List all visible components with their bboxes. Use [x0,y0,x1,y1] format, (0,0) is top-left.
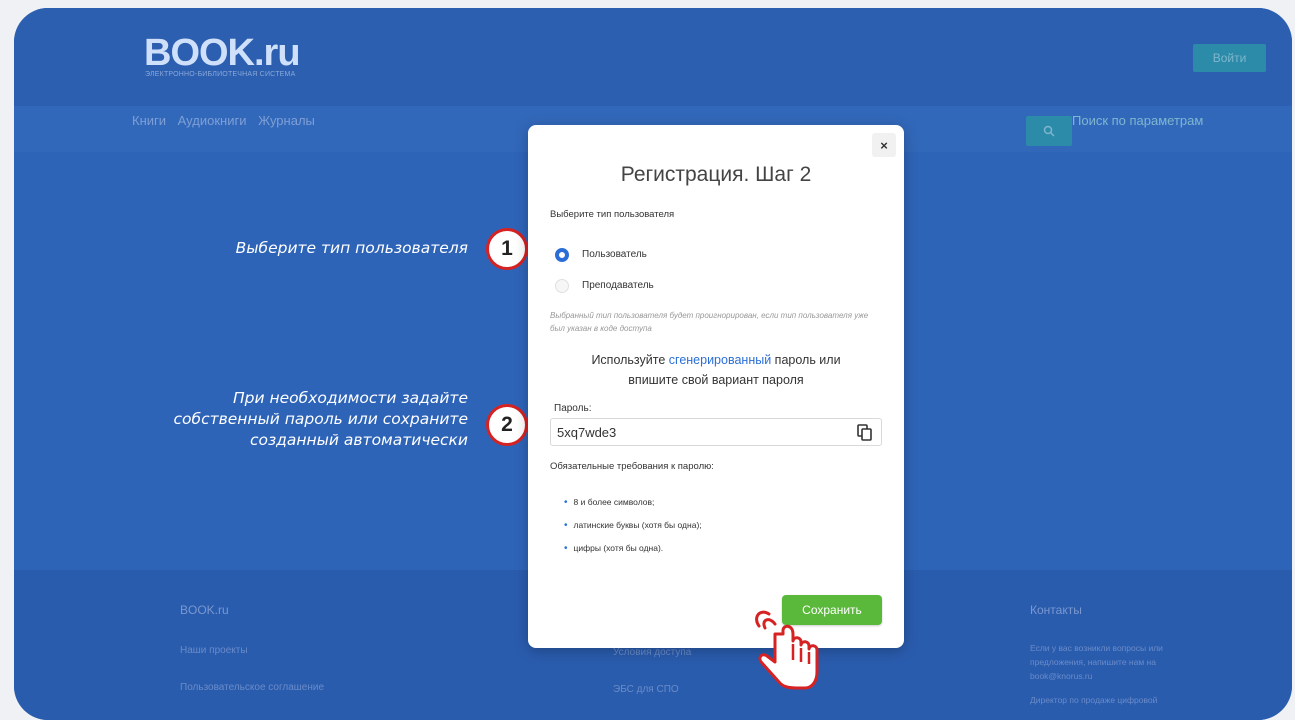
password-field[interactable]: 5xq7wde3 [550,418,882,446]
login-button[interactable]: Войти [1193,44,1266,72]
footer-col-1: BOOK.ru Наши проекты Пользовательское со… [180,603,324,693]
annotation-step2-line2: собственный пароль или сохраните [173,410,469,428]
annotation-step2-line3: созданный автоматически [249,431,468,449]
requirements-title: Обязательные требования к паролю: [550,461,714,472]
requirement-item: 8 и более символов; [564,491,702,514]
modal-title: Регистрация. Шаг 2 [620,163,812,186]
footer-col-2: Условия доступа ЭБС для СПО [613,647,691,695]
nav-links: Книги Аудиокниги Журналы [132,113,323,128]
user-type-note: Выбранный тип пользователя будет проигно… [550,311,869,333]
nav-item-books[interactable]: Книги [132,113,166,128]
requirement-item: цифры (хотя бы одна). [564,537,702,560]
close-icon: × [880,137,888,153]
site-logo[interactable]: BOOK.ru [144,32,301,75]
password-label: Пароль: [554,403,592,414]
password-hint-part2: пароль или [774,353,841,367]
password-value: 5xq7wde3 [557,424,617,440]
annotation-step2-line1: При необходимости задайте [233,389,468,407]
radio-teacher-label[interactable]: Преподаватель [582,280,654,291]
requirements-list: 8 и более символов; латинские буквы (хот… [564,491,702,560]
annotation-step1-badge: 1 [486,228,528,270]
search-icon [1043,125,1055,137]
radio-user-label[interactable]: Пользователь [582,249,647,260]
radio-teacher[interactable] [555,279,569,293]
footer-col1-title: BOOK.ru [180,603,229,617]
close-button[interactable]: × [872,133,896,157]
footer-link-access[interactable]: Условия доступа [613,647,691,658]
password-hint-generated-link[interactable]: сгенерированный [669,353,771,367]
search-button[interactable] [1026,116,1072,146]
requirement-item: латинские буквы (хотя бы одна); [564,514,702,537]
param-search-link[interactable]: Поиск по параметрам [1072,113,1203,128]
annotation-step2-badge: 2 [486,404,528,446]
radio-user[interactable] [555,248,569,262]
footer-link-agreement[interactable]: Пользовательское соглашение [180,682,324,693]
pointing-hand-icon [755,610,819,690]
nav-item-audiobooks[interactable]: Аудиокниги [178,113,247,128]
footer-contacts-extra: Директор по продаже цифровой [1030,695,1158,705]
password-hint: Используйте сгенерированный пароль или в… [528,350,904,390]
footer-col-3: Контакты Если у вас возникли вопросы или… [1030,603,1220,707]
site-logo-subtitle: ЭЛЕКТРОННО-БИБЛИОТЕЧНАЯ СИСТЕМА [145,71,296,78]
footer-contacts-text: Если у вас возникли вопросы или предложе… [1030,643,1163,681]
password-hint-part1: Используйте [591,353,666,367]
footer-col3-title: Контакты [1030,603,1082,617]
annotation-step1-text: Выберите тип пользователя [235,239,468,257]
annotation-step2-text: При необходимости задайте собственный па… [120,388,469,451]
registration-modal: × Регистрация. Шаг 2 Выберите тип пользо… [528,125,904,648]
footer-link-projects[interactable]: Наши проекты [180,645,324,656]
copy-icon[interactable] [857,424,873,442]
footer-link-spo[interactable]: ЭБС для СПО [613,684,691,695]
nav-item-journals[interactable]: Журналы [258,113,315,128]
user-type-label: Выберите тип пользователя [550,209,675,220]
password-hint-line2: впишите свой вариант пароля [628,373,804,387]
